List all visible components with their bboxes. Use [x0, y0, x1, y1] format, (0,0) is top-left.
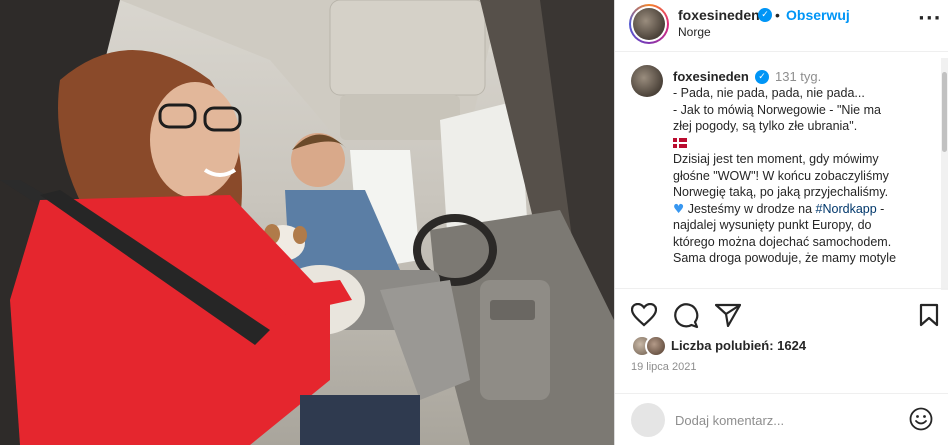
avatar — [645, 335, 667, 357]
verified-badge-icon: ✓ — [758, 8, 772, 22]
caption-line: Dzisiaj jest ten moment, gdy mówimy — [673, 152, 879, 166]
hashtag-link[interactable]: #Nordkapp — [816, 202, 877, 216]
post-photo[interactable] — [0, 0, 614, 445]
avatar[interactable] — [633, 8, 665, 40]
post-side-panel: foxesineden ✓ • Obserwuj Norge ··· foxes… — [614, 0, 948, 445]
action-bar — [615, 288, 948, 338]
caption-line: - Jak to mówią Norwegowie - "Nie ma — [673, 102, 881, 117]
caption-line: Sama droga powoduje, że mamy motyle — [673, 251, 897, 265]
caption-time: 131 tyg. — [775, 69, 822, 84]
separator-dot: • — [775, 7, 780, 23]
caption: foxesineden ✓ 131 tyg. - Pada, nie pada,… — [615, 60, 948, 288]
liker-avatars — [631, 335, 669, 357]
more-options-icon[interactable]: ··· — [918, 8, 942, 29]
caption-line: Norwegię taką, po jaką przyjechaliśmy. — [673, 185, 889, 199]
likes-count[interactable]: Liczba polubień: 1624 — [671, 338, 806, 353]
follow-button[interactable]: Obserwuj — [786, 7, 850, 23]
caption-line: najdalej wysunięty punkt Europy, do — [673, 218, 872, 232]
caption-username[interactable]: foxesineden — [673, 69, 749, 84]
user-avatar — [631, 403, 665, 437]
caption-avatar[interactable] — [631, 65, 663, 97]
paper-plane-icon[interactable] — [715, 303, 741, 327]
caption-line: Jesteśmy w drodze na — [687, 201, 813, 216]
location-link[interactable]: Norge — [678, 25, 711, 39]
van-cabin-photo — [0, 0, 614, 445]
comment-bubble-icon[interactable] — [673, 303, 699, 329]
heart-outline-icon[interactable] — [631, 303, 657, 327]
scroll-thumb[interactable] — [942, 72, 947, 152]
emoji-icon[interactable] — [909, 407, 933, 431]
blue-heart-icon: ♥ — [673, 200, 685, 216]
caption-scrollbar[interactable] — [941, 58, 948, 290]
caption-text: - Pada, nie pada, pada, nie pada... - Ja… — [673, 85, 935, 267]
caption-line: - — [876, 201, 885, 216]
header-username[interactable]: foxesineden — [678, 7, 760, 23]
story-ring[interactable] — [629, 4, 669, 44]
comment-input[interactable] — [675, 407, 895, 433]
comment-box — [615, 393, 948, 445]
caption-line: złej pogody, są tylko złe ubrania". — [673, 119, 858, 133]
caption-verified-badge-icon: ✓ — [755, 70, 769, 84]
bookmark-icon[interactable] — [919, 303, 939, 327]
caption-line: którego można dojechać samochodem. — [673, 234, 892, 249]
post-header: foxesineden ✓ • Obserwuj Norge ··· — [615, 0, 948, 52]
post-date[interactable]: 19 lipca 2021 — [631, 361, 696, 373]
norway-flag-icon — [673, 138, 687, 149]
caption-line: - Pada, nie pada, pada, nie pada... — [673, 86, 865, 100]
caption-line: głośne "WOW"! W końcu zobaczyliśmy — [673, 168, 889, 183]
